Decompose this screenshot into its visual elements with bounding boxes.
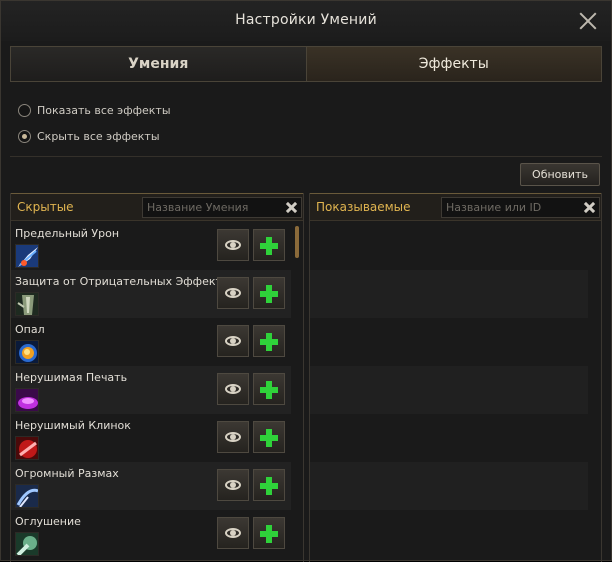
unbreakable-blade-icon (15, 436, 39, 460)
effects-visibility-options: Показать все эффекты Скрыть все эффекты (10, 91, 602, 157)
effect-name: Предельный Урон (15, 227, 120, 240)
list-item: Защита от Отрицательных Эффектов (11, 270, 291, 318)
hidden-effects-list: Предельный Урон Защита от Отрицательных … (11, 222, 303, 562)
empty-row (310, 510, 588, 558)
show-effect-button[interactable] (217, 517, 249, 549)
opal-icon (15, 340, 39, 364)
refresh-button[interactable]: Обновить (520, 163, 600, 186)
empty-row (310, 414, 588, 462)
effect-name: Огромный Размах (15, 467, 119, 480)
list-item: Огромный Размах (11, 462, 291, 510)
title-bar: Настройки Умений (1, 1, 611, 41)
hide-all-radio[interactable] (18, 129, 31, 143)
add-effect-button[interactable] (253, 421, 285, 453)
add-effect-button[interactable] (253, 517, 285, 549)
tab-skills[interactable]: Умения (11, 47, 307, 81)
show-effect-button[interactable] (217, 229, 249, 261)
shown-panel-header: Показываемые (310, 193, 601, 221)
effect-name: Нерушимая Печать (15, 371, 128, 384)
empty-row (310, 270, 588, 318)
close-icon[interactable] (577, 10, 599, 32)
show-all-radio[interactable] (18, 103, 31, 117)
hidden-search-box (142, 197, 302, 218)
show-all-effects-option[interactable]: Показать все эффекты (18, 101, 171, 119)
shown-search-box (441, 197, 600, 218)
shown-effects-panel: Показываемые (309, 193, 602, 562)
show-effect-button[interactable] (217, 325, 249, 357)
clear-search-icon[interactable] (582, 200, 597, 215)
effect-name: Опал (15, 323, 45, 336)
huge-swing-icon (15, 484, 39, 508)
show-effect-button[interactable] (217, 469, 249, 501)
shown-search-input[interactable] (442, 198, 572, 217)
window-title: Настройки Умений (235, 12, 377, 28)
show-effect-button[interactable] (217, 373, 249, 405)
skill-settings-window: Настройки Умений Умения Эффекты Показать… (0, 0, 612, 562)
tab-bar: Умения Эффекты (10, 46, 602, 82)
effect-name: Оглушение (15, 515, 81, 528)
add-effect-button[interactable] (253, 325, 285, 357)
hidden-panel-header: Скрытые (11, 193, 303, 221)
show-all-label: Показать все эффекты (37, 103, 171, 117)
empty-row (310, 462, 588, 510)
hide-all-effects-option[interactable]: Скрыть все эффекты (18, 127, 160, 145)
effect-name: Защита от Отрицательных Эффектов (15, 275, 236, 288)
add-effect-button[interactable] (253, 277, 285, 309)
list-item: Оглушение (11, 510, 291, 558)
effect-name: Нерушимый Клинок (15, 419, 131, 432)
add-effect-button[interactable] (253, 373, 285, 405)
hidden-list-scrollbar[interactable] (295, 226, 299, 258)
hidden-search-input[interactable] (143, 198, 273, 217)
clear-search-icon[interactable] (284, 200, 299, 215)
debuff-protection-icon (15, 292, 39, 316)
list-item: Нерушимый Клинок (11, 414, 291, 462)
unbreakable-seal-icon (15, 388, 39, 412)
list-item: Опал (11, 318, 291, 366)
list-item: Нерушимая Печать (11, 366, 291, 414)
tab-effects[interactable]: Эффекты (306, 47, 601, 81)
show-effect-button[interactable] (217, 277, 249, 309)
empty-row (310, 318, 588, 366)
add-effect-button[interactable] (253, 469, 285, 501)
empty-row (310, 222, 588, 270)
empty-row (310, 366, 588, 414)
hidden-effects-panel: Скрытые Предельный Урон Защита от Отрица… (10, 193, 304, 562)
list-item: Предельный Урон (11, 222, 291, 270)
ultimate-damage-icon (15, 244, 39, 268)
show-effect-button[interactable] (217, 421, 249, 453)
shown-effects-list (310, 222, 601, 562)
shown-panel-title: Показываемые (316, 200, 411, 214)
stun-icon (15, 532, 39, 556)
hidden-panel-title: Скрытые (17, 200, 74, 214)
add-effect-button[interactable] (253, 229, 285, 261)
hide-all-label: Скрыть все эффекты (37, 129, 160, 143)
